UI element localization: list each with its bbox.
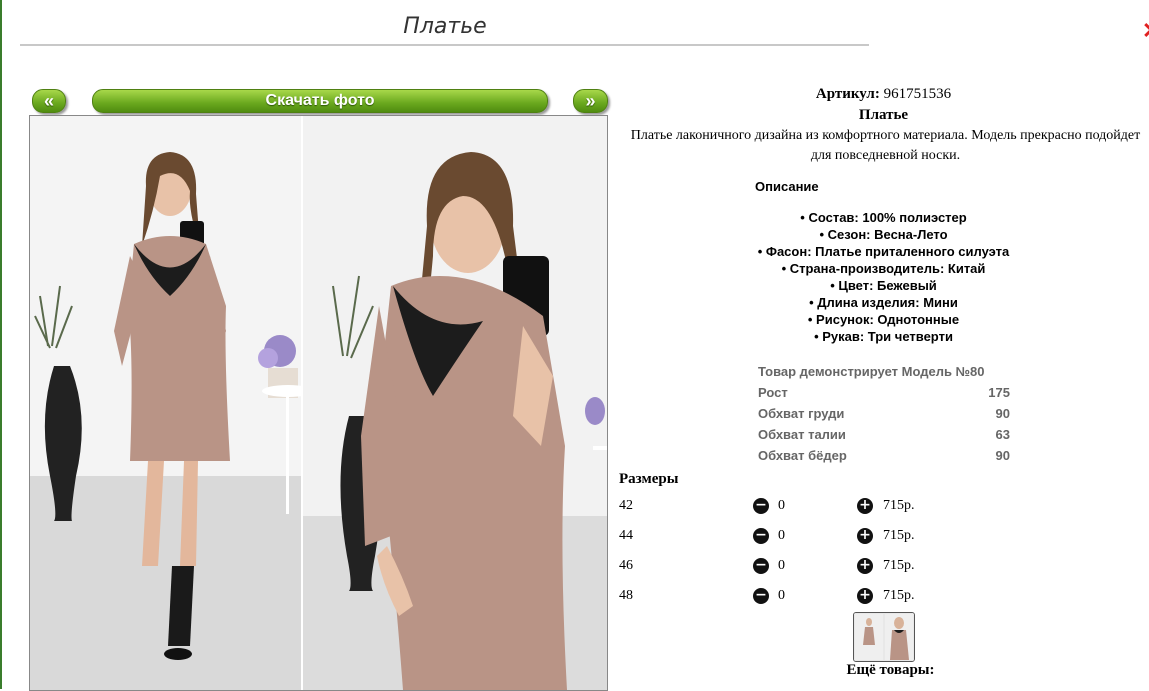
title-divider (20, 44, 869, 46)
article-value: 961751536 (883, 86, 952, 102)
quantity-value: 0 (778, 498, 785, 513)
close-icon[interactable]: ✕ (1142, 18, 1149, 44)
article-label: Артикул: (815, 86, 880, 102)
size-row: 42 − 0 + 715р. (618, 496, 1018, 518)
model-row-label: Обхват груди (758, 406, 845, 421)
product-photo-2[interactable] (303, 116, 607, 690)
plus-circle-icon[interactable]: + (857, 588, 873, 604)
download-photo-button[interactable]: Скачать фото (92, 89, 548, 113)
plus-circle-icon[interactable]: + (857, 558, 873, 574)
size-price: 715р. (883, 558, 915, 573)
size-row: 44 − 0 + 715р. (618, 526, 1018, 548)
article-line: Артикул: 961751536 (618, 86, 1149, 103)
size-price: 715р. (883, 528, 915, 543)
size-row: 48 − 0 + 715р. (618, 586, 1018, 608)
left-border (0, 0, 2, 689)
next-photo-button[interactable]: » (573, 89, 608, 113)
model-row-label: Рост (758, 385, 788, 400)
spec-item: • Рукав: Три четверти (814, 329, 953, 344)
model-row: Обхват бёдер 90 (758, 445, 1010, 466)
size-row: 46 − 0 + 715р. (618, 556, 1018, 578)
size-label: 44 (619, 528, 633, 543)
model-row-label: Обхват талии (758, 427, 846, 442)
model-row-label: Обхват бёдер (758, 448, 847, 463)
model-row-label: Товар демонстрирует Модель №80 (758, 364, 985, 379)
spec-item: • Рисунок: Однотонные (807, 312, 960, 327)
more-products-heading: Ещё товары: (846, 662, 935, 678)
model-measurements: Товар демонстрирует Модель №80 Рост 175 … (758, 361, 1010, 466)
plus-circle-icon[interactable]: + (857, 528, 873, 544)
spec-item: • Сезон: Весна-Лето (819, 227, 948, 242)
model-row: Рост 175 (758, 382, 1010, 403)
spec-item: • Цвет: Бежевый (830, 278, 937, 293)
spec-list: • Состав: 100% полиэстер • Сезон: Весна-… (618, 209, 1149, 345)
model-row-value: 90 (995, 406, 1010, 421)
minus-circle-icon[interactable]: − (753, 558, 769, 574)
product-photo-1[interactable] (30, 116, 301, 690)
sizes-heading: Размеры (619, 471, 679, 487)
model-photo-close-up (303, 116, 607, 690)
model-photo-full-length (30, 116, 301, 690)
description-heading: Описание (755, 179, 819, 194)
size-price: 715р. (883, 588, 915, 603)
page-title: Платье (403, 14, 487, 39)
model-row: Обхват груди 90 (758, 403, 1010, 424)
quantity-value: 0 (778, 588, 785, 603)
model-row: Обхват талии 63 (758, 424, 1010, 445)
quantity-value: 0 (778, 558, 785, 573)
spec-item: • Страна-производитель: Китай (781, 261, 986, 276)
model-row-value: 63 (995, 427, 1010, 442)
size-label: 48 (619, 588, 633, 603)
minus-circle-icon[interactable]: − (753, 588, 769, 604)
quantity-value: 0 (778, 528, 785, 543)
spec-item: • Состав: 100% полиэстер (800, 210, 967, 225)
product-thumbnail[interactable] (853, 612, 915, 662)
size-label: 42 (619, 498, 633, 513)
model-row-value: 175 (988, 385, 1010, 400)
thumbnail-image (854, 613, 914, 661)
model-row-value: 90 (995, 448, 1010, 463)
spec-item: • Длина изделия: Мини (809, 295, 958, 310)
spec-item: • Фасон: Платье приталенного силуэта (757, 244, 1010, 259)
minus-circle-icon[interactable]: − (753, 498, 769, 514)
size-price: 715р. (883, 498, 915, 513)
product-name: Платье (858, 107, 909, 123)
size-label: 46 (619, 558, 633, 573)
photo-gallery (29, 115, 608, 691)
prev-photo-button[interactable]: « (32, 89, 66, 113)
model-row: Товар демонстрирует Модель №80 (758, 361, 1010, 382)
plus-circle-icon[interactable]: + (857, 498, 873, 514)
minus-circle-icon[interactable]: − (753, 528, 769, 544)
product-description: Платье лаконичного дизайна из комфортног… (630, 128, 1141, 163)
